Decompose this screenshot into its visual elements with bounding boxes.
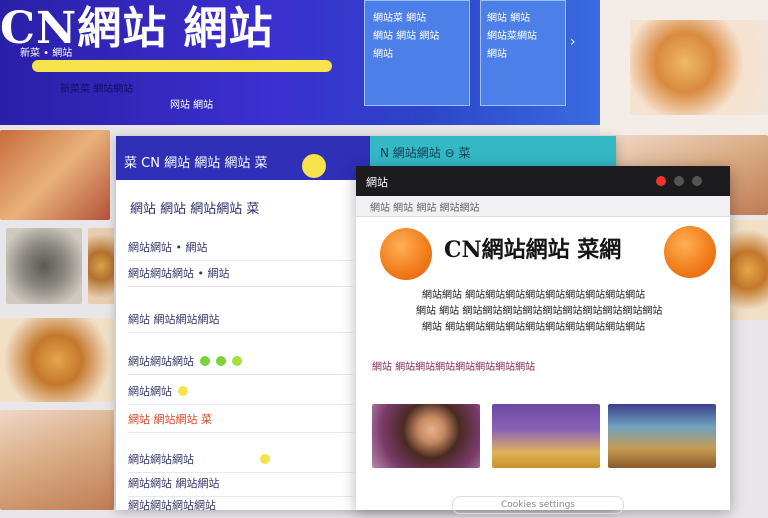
- cookies-settings-button[interactable]: Cookies settings: [452, 496, 624, 514]
- browser-window: 網站 網站 網站 網站 網站網站 CN網站網站 菜網 網站網站 網站網站網站網站…: [356, 166, 730, 514]
- panel-text: 網站: [373, 49, 393, 60]
- body-text: 網站 網站 網站網站網站網站網站網站網站網站網站網站: [416, 306, 663, 317]
- banner-line: 新菜 • 網站: [20, 48, 73, 59]
- user-avatar[interactable]: [302, 154, 326, 178]
- background-banner: CN網站 網站 新菜 • 網站 新菜菜 網站網站 网站 網站 網站菜 網站 網站…: [0, 0, 600, 125]
- food-image: [88, 228, 114, 304]
- list-item[interactable]: 網站網站網站: [128, 446, 353, 473]
- page-headline: CN網站網站 菜網: [444, 237, 622, 263]
- banner-panel-left: 網站菜 網站 網站 網站 網站 網站: [364, 0, 470, 106]
- list-item[interactable]: 網站網站網站網站: [128, 492, 353, 518]
- background-food-panel: [600, 0, 768, 135]
- list-item[interactable]: 網站 網站網站網站: [128, 306, 353, 333]
- banner-panel-right: 網站 網站 網站菜網站 網站: [480, 0, 566, 106]
- food-image: [0, 410, 114, 510]
- browser-tab[interactable]: 網站: [366, 174, 388, 190]
- panel-text: 網站菜網站: [487, 31, 537, 42]
- panel-text: 網站 網站 網站: [373, 31, 440, 42]
- status-dot: [178, 386, 188, 396]
- back-card-nav-secondary[interactable]: N 網站網站 ⊖ 菜: [380, 144, 470, 161]
- list-item[interactable]: 網站網站: [128, 378, 353, 405]
- panel-text: 網站菜 網站: [373, 13, 427, 24]
- food-image: [728, 220, 768, 320]
- body-text: 網站 網站網站網站網站網站網站網站網站網站網站: [422, 322, 646, 333]
- person-photo[interactable]: [372, 404, 480, 468]
- banner-search-bar[interactable]: [32, 60, 332, 72]
- banner-line: 网站 網站: [170, 100, 214, 111]
- list-item-label: 網站網站 • 網站: [128, 241, 208, 254]
- orange-orb-right: [664, 226, 716, 278]
- status-dot: [200, 356, 210, 366]
- orange-orb-left: [380, 228, 432, 280]
- food-photo[interactable]: [492, 404, 600, 468]
- back-card-header-secondary: N 網站網站 ⊖ 菜: [370, 136, 616, 166]
- panel-text: 網站 網站: [487, 13, 531, 24]
- address-bar[interactable]: 網站 網站 網站 網站網站: [356, 196, 730, 217]
- body-text: 網站網站 網站網站網站網站網站網站網站網站網站: [422, 290, 646, 301]
- menu-icon[interactable]: [674, 176, 684, 186]
- address-text[interactable]: 網站 網站 網站 網站網站: [370, 199, 480, 214]
- status-dot: [232, 356, 242, 366]
- list-item[interactable]: 網站網站 • 網站: [128, 234, 353, 261]
- food-image: [6, 228, 82, 304]
- list-item-label: 網站網站網站網站: [128, 499, 216, 512]
- banner-line: 新菜菜 網站網站: [60, 84, 134, 95]
- food-image: [0, 318, 114, 402]
- section-caption: 網站 網站網站網站網站網站網站網站: [372, 362, 536, 373]
- list-item-label: 網站網站網站: [128, 355, 194, 368]
- list-item[interactable]: 網站網站網站 • 網站: [128, 260, 353, 287]
- list-item-label: 網站 網站網站網站: [128, 313, 220, 326]
- list-item-label: 網站網站: [128, 385, 172, 398]
- list-item-label: 網站網站 網站網站: [128, 477, 220, 490]
- list-item[interactable]: 網站 網站網站 菜: [128, 406, 353, 433]
- food-image: [0, 130, 110, 220]
- section-title: 網站 網站 網站網站 菜: [130, 202, 260, 217]
- back-card-header: 菜 CN 網站 網站 網站 菜: [116, 136, 370, 180]
- panel-text: 網站: [487, 49, 507, 60]
- back-card-nav[interactable]: 菜 CN 網站 網站 網站 菜: [124, 152, 267, 171]
- list-item-label: 網站網站網站 • 網站: [128, 267, 230, 280]
- food-photo[interactable]: [608, 404, 716, 468]
- record-icon[interactable]: [656, 176, 666, 186]
- list-item-label: 網站 網站網站 菜: [128, 413, 212, 426]
- status-dot: [260, 454, 270, 464]
- chevron-right-icon[interactable]: ›: [570, 34, 576, 50]
- list-item-label: 網站網站網站: [128, 453, 194, 466]
- status-dot: [216, 356, 226, 366]
- browser-titlebar: 網站: [356, 166, 730, 196]
- list-item[interactable]: 網站網站網站: [128, 348, 353, 375]
- close-icon[interactable]: [692, 176, 702, 186]
- food-image: [630, 20, 768, 115]
